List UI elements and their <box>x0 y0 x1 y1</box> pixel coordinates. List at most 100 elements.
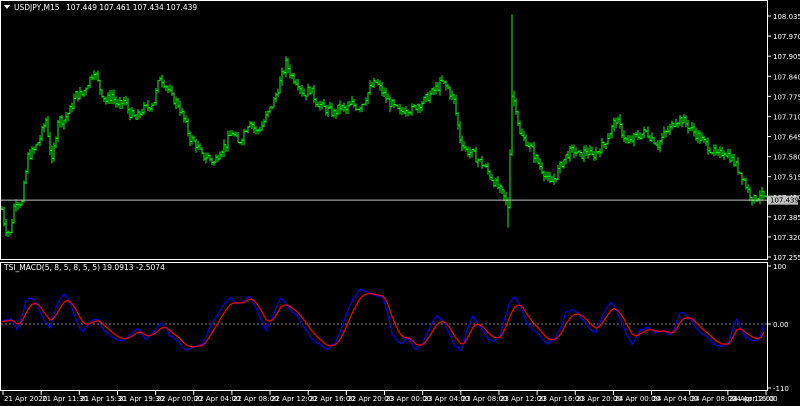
price-bar <box>483 164 485 167</box>
price-bar <box>689 127 691 132</box>
price-bar <box>739 171 741 175</box>
price-tick-label: 107.645 <box>773 134 800 142</box>
price-bar <box>147 100 149 112</box>
price-bar <box>399 103 401 115</box>
price-bar <box>89 76 91 89</box>
price-bar <box>501 185 503 194</box>
price-bar <box>625 136 627 144</box>
price-bar <box>115 96 117 108</box>
price-bar <box>11 218 13 234</box>
price-bar <box>395 103 397 107</box>
price-bar <box>349 101 351 107</box>
price-bar <box>299 85 301 95</box>
price-axis: 108.035 107.970 107.905 107.840 107.775 107.7… <box>767 13 800 262</box>
price-bar <box>173 92 175 105</box>
price-bar <box>353 98 355 108</box>
price-bar <box>499 183 501 194</box>
price-bar <box>479 158 481 162</box>
price-bar <box>391 99 393 108</box>
price-bar <box>211 157 213 166</box>
price-bar <box>47 115 49 138</box>
price-bar <box>23 180 25 203</box>
price-bar <box>225 144 227 152</box>
price-bar <box>745 177 747 190</box>
price-bar <box>705 138 707 146</box>
price-bar <box>125 96 127 106</box>
price-bar <box>435 81 437 95</box>
price-bar <box>733 153 735 167</box>
price-bar <box>649 134 651 142</box>
price-bar <box>503 189 505 202</box>
price-bar <box>561 161 563 168</box>
price-bar <box>591 146 593 156</box>
price-bar <box>261 121 263 131</box>
price-tick-label: 107.710 <box>773 113 800 121</box>
price-bar <box>283 70 285 75</box>
price-bar <box>363 103 365 106</box>
price-bar <box>107 92 109 104</box>
price-bar <box>195 139 197 153</box>
price-bar <box>527 141 529 148</box>
price-bar <box>175 96 177 110</box>
price-bar <box>227 130 229 152</box>
price-bar <box>719 146 721 159</box>
time-tick-label: 24 Apr 16:00 <box>732 395 778 403</box>
price-bar <box>171 85 173 97</box>
price-bar <box>613 117 615 132</box>
price-bar <box>103 96 105 103</box>
price-bar <box>323 99 325 108</box>
price-bar <box>511 14 513 156</box>
main-chart-frame <box>0 0 768 260</box>
price-bar <box>189 131 191 147</box>
price-bar <box>447 84 449 89</box>
price-bar <box>415 105 417 111</box>
price-bar <box>531 142 533 148</box>
price-bar <box>505 192 507 206</box>
price-bar <box>163 79 165 89</box>
indicator-tick-top: 100 <box>773 263 786 271</box>
price-bar <box>693 123 695 137</box>
price-bar <box>139 111 141 119</box>
price-bar <box>111 89 113 105</box>
price-bar <box>53 142 55 162</box>
price-bar <box>417 103 419 113</box>
price-bars <box>1 14 767 238</box>
price-bar <box>69 105 71 115</box>
price-bar <box>495 177 497 187</box>
price-bar <box>599 148 601 158</box>
price-bar <box>235 131 237 137</box>
price-bar <box>743 177 745 182</box>
price-bar <box>327 104 329 117</box>
indicator-tick-bottom: -110 <box>773 385 789 393</box>
price-tick-label: 107.320 <box>773 234 800 242</box>
price-bar <box>607 133 609 145</box>
price-bar <box>45 117 47 128</box>
price-bar <box>515 98 517 115</box>
price-bar <box>73 93 75 110</box>
price-bar <box>207 152 209 159</box>
price-bar <box>519 120 521 135</box>
price-tick-label: 107.255 <box>773 254 800 262</box>
dropdown-icon[interactable] <box>4 5 10 9</box>
price-bar <box>1 205 3 210</box>
price-bar <box>753 194 755 204</box>
price-bar <box>37 142 39 146</box>
price-bar <box>167 85 169 94</box>
price-bar <box>95 72 97 80</box>
current-price-label: 107.439 <box>770 197 799 205</box>
price-bar <box>431 87 433 96</box>
price-bar <box>675 118 677 128</box>
price-bar <box>581 152 583 160</box>
price-bar <box>729 148 731 163</box>
price-bar <box>389 95 391 113</box>
price-tick-label: 107.970 <box>773 33 800 41</box>
price-bar <box>259 126 261 133</box>
price-bar <box>247 126 249 134</box>
price-bar <box>751 196 753 206</box>
price-bar <box>217 154 219 162</box>
price-bar <box>269 106 271 114</box>
price-bar <box>237 132 239 144</box>
price-bar <box>481 155 483 169</box>
price-bar <box>375 80 377 84</box>
price-bar <box>555 178 557 183</box>
